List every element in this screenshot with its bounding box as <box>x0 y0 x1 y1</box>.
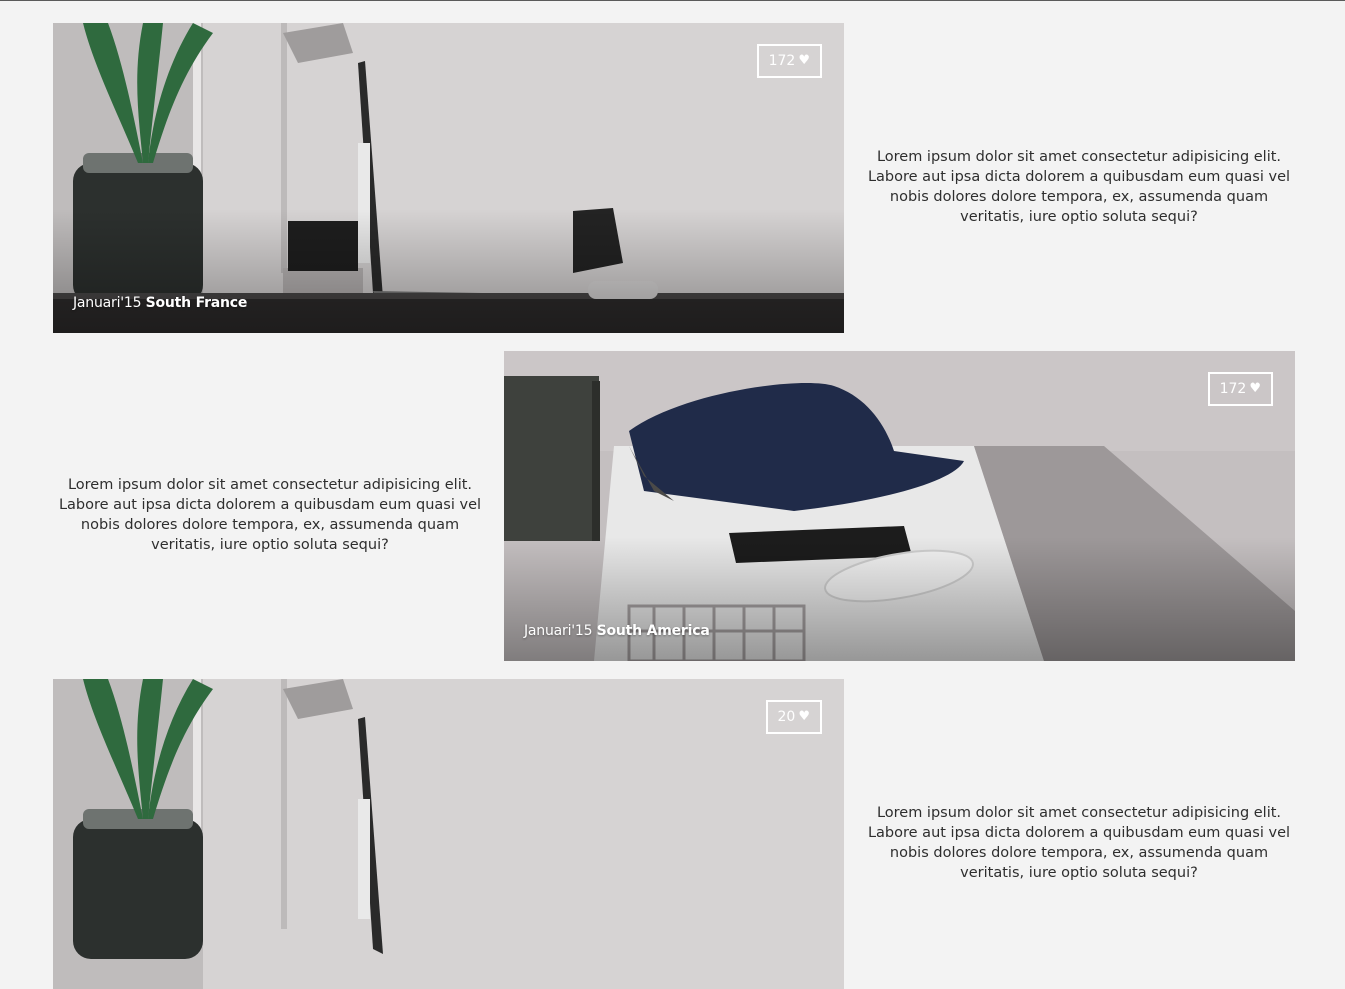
post-card-south-france[interactable]: 172 ♥ Januari'15 South France <box>53 23 844 333</box>
caption-place: South France <box>145 295 248 311</box>
caption-place: South America <box>596 623 710 639</box>
like-count-button[interactable]: 172 ♥ <box>1207 372 1273 406</box>
heart-icon: ♥ <box>1249 381 1261 396</box>
post-description: Lorem ipsum dolor sit amet consectetur a… <box>58 477 482 553</box>
post-description: Lorem ipsum dolor sit amet consectetur a… <box>867 805 1291 881</box>
caption-date: Januari'15 <box>73 295 142 311</box>
photo-caption: Januari'15 South France <box>73 295 247 311</box>
like-count: 172 <box>768 53 796 69</box>
like-count: 172 <box>1219 381 1247 397</box>
post-photo-desk <box>53 679 844 989</box>
like-count-button[interactable]: 20 ♥ <box>765 700 822 734</box>
post-card-third[interactable]: 20 ♥ <box>53 679 844 989</box>
post-card-south-america[interactable]: 172 ♥ Januari'15 South America <box>504 351 1295 661</box>
like-count-button[interactable]: 172 ♥ <box>756 44 822 78</box>
heart-icon: ♥ <box>798 53 810 68</box>
photo-gradient-overlay <box>504 351 1295 661</box>
photo-caption: Januari'15 South America <box>524 623 710 639</box>
caption-date: Januari'15 <box>524 623 593 639</box>
photo-gradient-overlay <box>53 23 844 333</box>
heart-icon: ♥ <box>798 709 810 724</box>
like-count: 20 <box>777 709 796 725</box>
top-border <box>0 0 1345 1</box>
post-description: Lorem ipsum dolor sit amet consectetur a… <box>867 149 1291 225</box>
